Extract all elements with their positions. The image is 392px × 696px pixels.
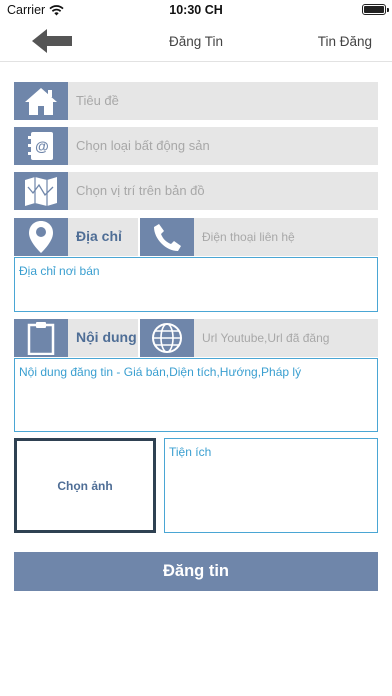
globe-icon [152, 323, 182, 353]
map-location-field[interactable]: Chọn vị trí trên bản đồ [14, 172, 378, 210]
home-icon-box [14, 82, 68, 120]
address-textarea-placeholder: Địa chỉ nơi bán [19, 264, 100, 278]
location-pin-icon-box [14, 218, 68, 256]
address-label-box: Địa chỉ [14, 218, 138, 256]
navigation-bar: Đăng Tin Tin Đăng [0, 22, 392, 62]
phone-field[interactable]: Điện thoại liên hệ [140, 218, 378, 256]
svg-text:@: @ [35, 138, 49, 154]
content-textarea[interactable]: Nội dung đăng tin - Giá bán,Diện tích,Hư… [14, 358, 378, 432]
title-placeholder: Tiêu đề [76, 93, 119, 108]
globe-icon-box [140, 319, 194, 357]
phone-icon-box [140, 218, 194, 256]
posted-listings-button[interactable]: Tin Đăng [318, 34, 372, 49]
clipboard-icon-box [14, 319, 68, 357]
youtube-url-field[interactable]: Url Youtube,Url đã đăng [140, 319, 378, 357]
address-label: Địa chỉ [76, 228, 122, 244]
post-listing-button[interactable]: Đăng tin [14, 552, 378, 591]
property-type-field[interactable]: @ Chọn loại bất động sản [14, 127, 378, 165]
amenities-textarea[interactable]: Tiện ích [164, 438, 378, 533]
home-icon [25, 88, 57, 115]
phone-placeholder: Điện thoại liên hệ [202, 230, 295, 244]
choose-photo-label: Chọn ảnh [57, 478, 113, 493]
property-type-placeholder: Chọn loại bất động sản [76, 138, 210, 153]
content-label-box: Nội dung [14, 319, 138, 357]
content-textarea-placeholder: Nội dung đăng tin - Giá bán,Diện tích,Hư… [19, 365, 302, 379]
status-bar: Carrier 10:30 CH [0, 0, 392, 22]
clipboard-icon [27, 322, 55, 355]
content-label: Nội dung [76, 329, 137, 345]
phone-icon [154, 224, 181, 251]
battery-icon [362, 4, 389, 15]
map-placeholder: Chọn vị trí trên bản đồ [76, 183, 205, 198]
map-icon [25, 177, 57, 206]
contact-book-icon: @ [28, 132, 53, 160]
clock: 10:30 CH [169, 3, 223, 17]
address-textarea[interactable]: Địa chỉ nơi bán [14, 257, 378, 312]
amenities-placeholder: Tiện ích [169, 445, 212, 459]
choose-photo-button[interactable]: Chọn ảnh [14, 438, 156, 533]
contact-book-icon-box: @ [14, 127, 68, 165]
youtube-url-placeholder: Url Youtube,Url đã đăng [202, 331, 330, 345]
location-pin-icon [29, 221, 53, 253]
map-icon-box [14, 172, 68, 210]
title-field[interactable]: Tiêu đề [14, 82, 378, 120]
